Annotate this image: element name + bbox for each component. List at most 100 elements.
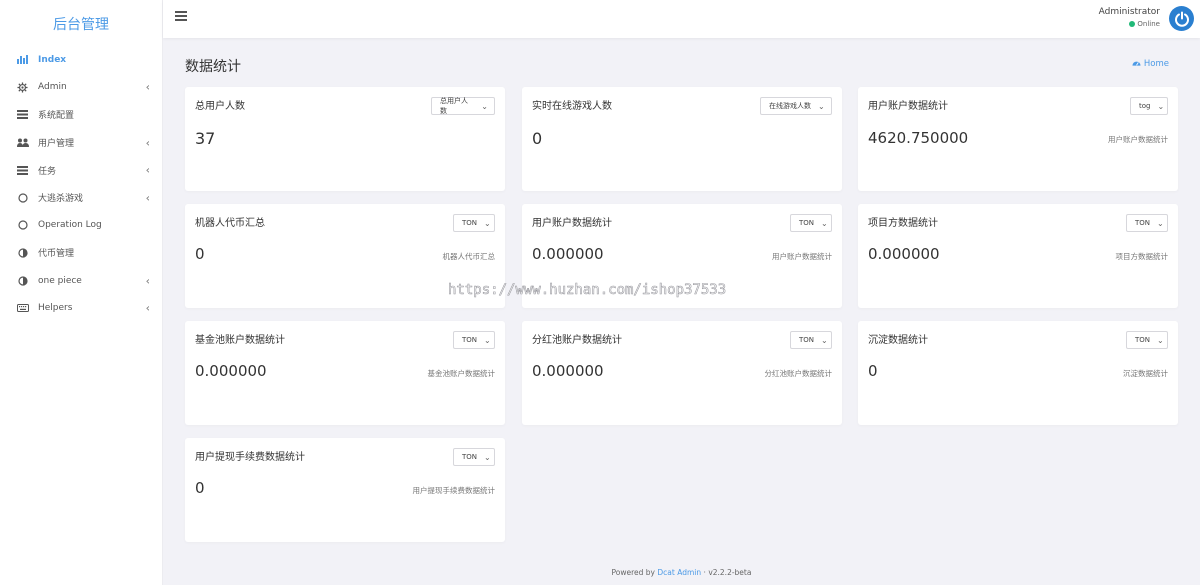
chevron-down-icon: ⌄ bbox=[484, 452, 491, 462]
gear-icon bbox=[16, 81, 29, 94]
sidebar-item-battle-royale[interactable]: 大逃杀游戏 ‹ bbox=[0, 184, 162, 212]
brand-logo[interactable]: 后台管理 bbox=[0, 0, 162, 46]
card-dropdown[interactable]: 总用户人数 ⌄ bbox=[431, 97, 495, 115]
dropdown-value: tog bbox=[1139, 102, 1151, 110]
sidebar-item-label: 任务 bbox=[38, 166, 57, 177]
sidebar-item-admin[interactable]: Admin ‹ bbox=[0, 74, 162, 102]
chevron-down-icon: ⌄ bbox=[818, 101, 825, 111]
user-status: Online bbox=[1099, 20, 1160, 28]
footer: Powered by Dcat Admin · v2.2.2-beta bbox=[163, 568, 1200, 577]
sidebar-menu: Index Admin ‹ 系统配置 用户管理 ‹ 任务 ‹ 大逃杀游戏 ‹ O… bbox=[0, 46, 162, 322]
sidebar-item-operation-log[interactable]: Operation Log bbox=[0, 212, 162, 240]
card-value: 0.000000 bbox=[195, 362, 267, 380]
sidebar-item-label: Helpers bbox=[38, 303, 73, 314]
card-dropdown[interactable]: TON ⌄ bbox=[790, 331, 832, 349]
card-value: 0 bbox=[195, 245, 205, 263]
card-subtitle: 机器人代币汇总 bbox=[442, 252, 496, 261]
dropdown-value: TON bbox=[462, 219, 478, 227]
footer-separator: · bbox=[703, 568, 706, 577]
sidebar-item-label: Admin bbox=[38, 82, 67, 93]
sidebar-item-label: 用户管理 bbox=[38, 139, 75, 150]
card-subtitle: 分红池账户数据统计 bbox=[764, 369, 833, 378]
status-text: Online bbox=[1137, 20, 1160, 28]
card-value: 0 bbox=[532, 129, 543, 148]
chevron-down-icon: ⌄ bbox=[821, 218, 828, 228]
card-title: 沉淀数据统计 bbox=[868, 335, 928, 346]
online-dot-icon bbox=[1129, 21, 1136, 27]
card-dropdown[interactable]: TON ⌄ bbox=[1126, 214, 1168, 232]
card-title: 用户账户数据统计 bbox=[532, 218, 612, 229]
dropdown-value: TON bbox=[799, 336, 815, 344]
breadcrumb[interactable]: Home bbox=[1132, 59, 1169, 69]
card-title: 总用户人数 bbox=[195, 101, 245, 112]
card-value: 0.000000 bbox=[868, 245, 940, 263]
stat-card-project: 项目方数据统计 TON ⌄ 0.000000 项目方数据统计 bbox=[858, 204, 1178, 308]
card-dropdown[interactable]: TON ⌄ bbox=[453, 214, 495, 232]
chevron-down-icon: ⌄ bbox=[484, 218, 491, 228]
user-name: Administrator bbox=[1098, 7, 1160, 17]
card-title: 机器人代币汇总 bbox=[195, 218, 265, 229]
sidebar-item-label: 大逃杀游戏 bbox=[38, 194, 84, 205]
chevron-down-icon: ⌄ bbox=[1157, 101, 1165, 111]
card-dropdown[interactable]: 在线游戏人数 ⌄ bbox=[760, 97, 832, 115]
breadcrumb-home: Home bbox=[1143, 59, 1169, 69]
dashboard-icon bbox=[1132, 59, 1141, 69]
card-title: 用户提现手续费数据统计 bbox=[195, 452, 305, 463]
chevron-down-icon: ⌄ bbox=[484, 335, 491, 345]
card-value: 0 bbox=[868, 362, 878, 380]
stat-card-dividend-pool: 分红池账户数据统计 TON ⌄ 0.000000 分红池账户数据统计 bbox=[522, 321, 842, 425]
keyboard-icon bbox=[16, 302, 29, 315]
chevron-down-icon: ⌄ bbox=[481, 101, 488, 111]
sidebar-item-label: Index bbox=[38, 54, 67, 65]
watermark-text: https://www.huzhan.com/ishop37533 bbox=[448, 282, 727, 299]
sidebar-item-token-management[interactable]: 代币管理 bbox=[0, 239, 162, 267]
power-icon bbox=[1174, 11, 1189, 27]
menu-toggle-icon[interactable] bbox=[175, 11, 187, 23]
sidebar-item-user-management[interactable]: 用户管理 ‹ bbox=[0, 129, 162, 157]
footer-link[interactable]: Dcat Admin bbox=[657, 568, 701, 577]
dropdown-value: TON bbox=[462, 336, 478, 344]
stat-card-user-accounts: 用户账户数据统计 tog ⌄ 4620.750000 用户账户数据统计 bbox=[858, 87, 1178, 191]
users-icon bbox=[16, 136, 29, 149]
circle-icon bbox=[16, 219, 29, 232]
footer-version: v2.2.2-beta bbox=[708, 568, 752, 577]
circle-icon bbox=[16, 191, 29, 204]
sidebar-item-label: Operation Log bbox=[38, 220, 102, 231]
card-subtitle: 用户账户数据统计 bbox=[1108, 135, 1168, 144]
chevron-left-icon: ‹ bbox=[145, 274, 150, 288]
stat-card-fund-pool: 基金池账户数据统计 TON ⌄ 0.000000 基金池账户数据统计 bbox=[185, 321, 505, 425]
dropdown-value: TON bbox=[462, 453, 478, 461]
avatar[interactable] bbox=[1169, 6, 1194, 31]
card-value: 0 bbox=[195, 479, 205, 497]
sidebar-item-label: 代币管理 bbox=[38, 249, 75, 260]
bar-chart-icon bbox=[16, 53, 29, 66]
sidebar-item-one-piece[interactable]: one piece ‹ bbox=[0, 267, 162, 295]
card-subtitle: 基金池账户数据统计 bbox=[427, 369, 496, 378]
card-title: 基金池账户数据统计 bbox=[195, 335, 285, 346]
card-dropdown[interactable]: TON ⌄ bbox=[453, 331, 495, 349]
stat-card-withdraw-fees: 用户提现手续费数据统计 TON ⌄ 0 用户提现手续费数据统计 bbox=[185, 438, 505, 542]
card-subtitle: 用户账户数据统计 bbox=[772, 252, 832, 261]
card-title: 用户账户数据统计 bbox=[868, 101, 948, 112]
chevron-left-icon: ‹ bbox=[145, 301, 150, 315]
card-dropdown[interactable]: TON ⌄ bbox=[790, 214, 832, 232]
card-dropdown[interactable]: TON ⌄ bbox=[1126, 331, 1168, 349]
topbar: Administrator Online bbox=[163, 0, 1200, 38]
stat-card-total-users: 总用户人数 总用户人数 ⌄ 37 bbox=[185, 87, 505, 191]
sidebar-item-system-config[interactable]: 系统配置 bbox=[0, 101, 162, 129]
half-circle-icon bbox=[16, 274, 29, 287]
page-title: 数据统计 bbox=[185, 59, 241, 75]
card-subtitle: 用户提现手续费数据统计 bbox=[412, 486, 496, 495]
chevron-down-icon: ⌄ bbox=[1157, 335, 1164, 345]
dropdown-value: 总用户人数 bbox=[440, 97, 468, 115]
sidebar-item-tasks[interactable]: 任务 ‹ bbox=[0, 156, 162, 184]
dropdown-value: TON bbox=[1135, 219, 1151, 227]
stat-card-sediment: 沉淀数据统计 TON ⌄ 0 沉淀数据统计 bbox=[858, 321, 1178, 425]
sidebar-item-helpers[interactable]: Helpers ‹ bbox=[0, 294, 162, 322]
card-dropdown[interactable]: TON ⌄ bbox=[453, 448, 495, 466]
half-circle-icon bbox=[16, 246, 29, 259]
chevron-left-icon: ‹ bbox=[145, 80, 150, 94]
user-menu[interactable]: Administrator Online bbox=[1099, 7, 1160, 28]
card-dropdown[interactable]: tog ⌄ bbox=[1130, 97, 1168, 115]
sidebar-item-index[interactable]: Index bbox=[0, 46, 162, 74]
